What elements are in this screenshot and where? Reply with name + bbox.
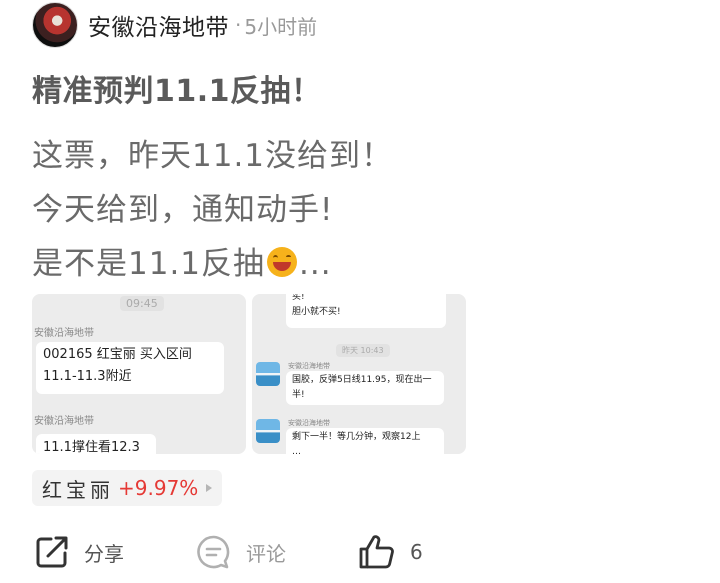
chat-bubble-line: 胆小就不买! xyxy=(292,307,341,317)
comment-label: 评论 xyxy=(246,541,286,566)
thumbs-up-icon xyxy=(359,535,394,569)
stock-name: 红宝丽 xyxy=(42,477,114,502)
post-title: 精准预判11.1反抽！ xyxy=(32,74,322,109)
chat-sender: 安徽沿海地带 xyxy=(288,362,330,370)
attached-image-2[interactable]: 买! 胆小就不买! 昨天 10:43 安徽沿海地带 国胶，反弹5日线11.95，… xyxy=(252,294,466,454)
chat-sender: 安徽沿海地带 xyxy=(288,419,330,427)
body-line-1: 这票，昨天11.1没给到！ xyxy=(32,138,394,174)
separator-dot: · xyxy=(235,13,242,37)
chat-timestamp: 09:45 xyxy=(120,296,164,311)
body-line-3-text: 是不是11.1反抽 xyxy=(32,246,266,282)
chat-bubble-line: 002165 红宝丽 买入区间 xyxy=(43,347,192,362)
chat-bubble-line: … xyxy=(292,447,301,454)
like-count: 6 xyxy=(410,540,423,564)
stock-change: +9.97% xyxy=(118,476,199,500)
share-label: 分享 xyxy=(84,541,124,566)
chevron-right-icon xyxy=(206,484,213,492)
attached-image-1[interactable]: 09:45 安徽沿海地带 002165 红宝丽 买入区间 11.1-11.3附近… xyxy=(32,294,246,454)
chat-bubble-line: 国胶，反弹5日线11.95，现在出一 xyxy=(292,375,432,385)
share-icon xyxy=(36,536,68,568)
post-header: 安徽沿海地带 · 5小时前 xyxy=(32,2,317,48)
body-line-2: 今天给到，通知动手! xyxy=(32,192,334,228)
chat-sender: 安徽沿海地带 xyxy=(34,416,94,427)
like-button[interactable]: 6 xyxy=(358,532,423,572)
comment-icon xyxy=(197,535,230,569)
chat-timestamp: 昨天 10:43 xyxy=(336,344,390,357)
sender-avatar-icon xyxy=(256,419,280,443)
grinning-sweat-emoji-icon xyxy=(267,247,298,277)
body-line-3-ellipsis: ... xyxy=(299,246,332,282)
comment-button[interactable]: 评论 xyxy=(196,532,286,572)
post-time: 5小时前 xyxy=(244,14,318,39)
chat-bubble: 国胶，反弹5日线11.95，现在出一 半! xyxy=(286,371,444,405)
chat-bubble: 11.1撑住看12.3 xyxy=(36,434,156,454)
sender-avatar-icon xyxy=(256,362,280,386)
author-name[interactable]: 安徽沿海地带 xyxy=(88,8,229,42)
avatar[interactable] xyxy=(32,2,78,48)
chat-bubble-line: 剩下一半！等几分钟，观察12上 xyxy=(292,432,421,442)
body-line-3: 是不是11.1反抽... xyxy=(32,238,332,283)
share-button[interactable]: 分享 xyxy=(34,532,124,572)
chat-bubble: 002165 红宝丽 买入区间 11.1-11.3附近 xyxy=(36,342,224,394)
chat-bubble: 买! 胆小就不买! xyxy=(286,294,446,328)
chat-bubble-line: 买! xyxy=(292,294,305,302)
chat-bubble: 剩下一半！等几分钟，观察12上 … xyxy=(286,428,444,454)
chat-bubble-line: 半! xyxy=(292,390,305,400)
stock-tag[interactable]: 红宝丽 +9.97% xyxy=(32,470,223,506)
chat-bubble-line: 11.1-11.3附近 xyxy=(43,369,132,384)
chat-sender: 安徽沿海地带 xyxy=(34,328,94,339)
